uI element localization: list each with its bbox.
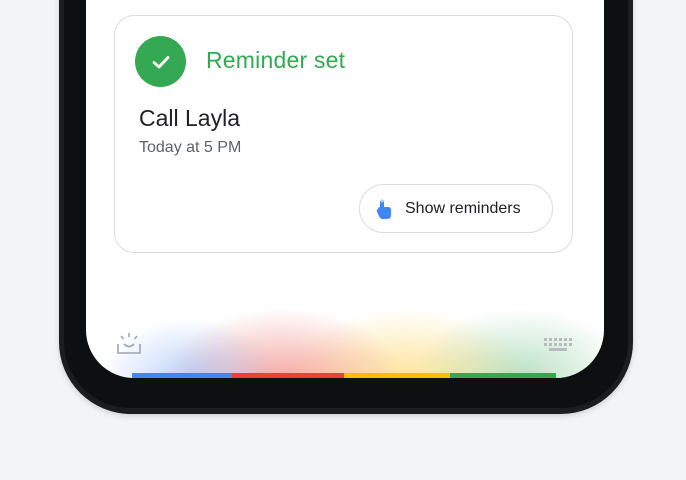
reminder-status-title: Reminder set	[206, 47, 346, 73]
reminder-time: Today at 5 PM	[139, 139, 242, 156]
color-bar-blue	[132, 373, 232, 378]
lens-icon[interactable]	[116, 331, 142, 355]
color-bar-green	[450, 373, 556, 378]
assistant-color-bar	[132, 373, 556, 378]
color-bar-red	[232, 373, 344, 378]
keyboard-icon[interactable]	[543, 337, 575, 353]
reminder-card: Reminder set Call Layla Today at 5 PM Sh…	[114, 15, 573, 253]
show-reminders-button[interactable]: Show reminders	[359, 184, 553, 233]
reminder-title: Call Layla	[139, 105, 240, 131]
hand-pointer-icon	[374, 198, 394, 220]
show-reminders-label: Show reminders	[405, 199, 521, 217]
color-bar-yellow	[344, 373, 450, 378]
check-icon	[135, 36, 186, 87]
